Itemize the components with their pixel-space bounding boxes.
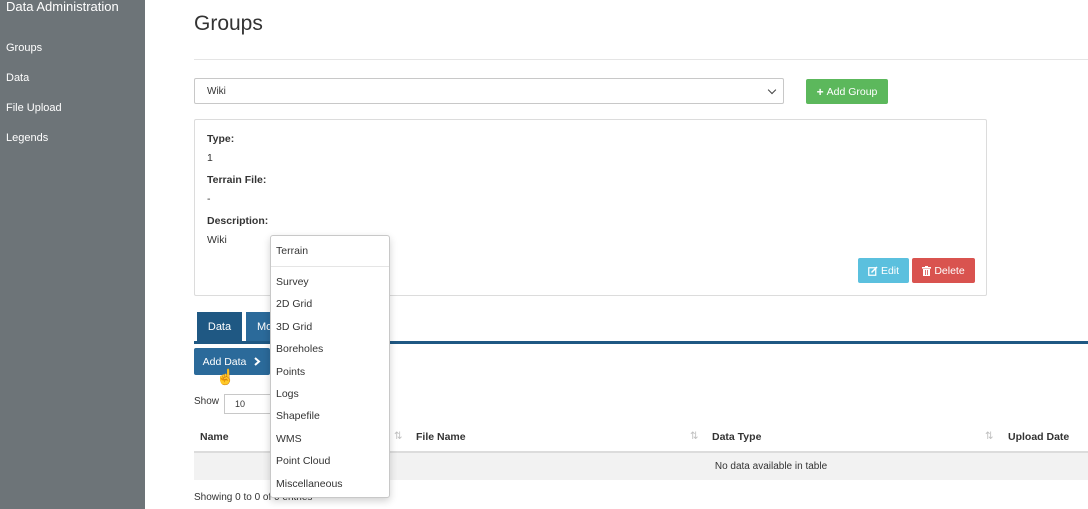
description-value: Wiki: [207, 234, 227, 246]
terrain-file-value: -: [207, 193, 211, 205]
sidebar: Data Administration Groups Data File Upl…: [0, 0, 145, 509]
entries-length-value: 10: [235, 399, 246, 409]
column-header-upload-date[interactable]: Upload Date: [1008, 431, 1069, 443]
column-header-file-name[interactable]: File Name: [416, 431, 466, 443]
hand-pointer-icon: ☝: [216, 369, 235, 386]
description-label: Description:: [207, 215, 269, 227]
trash-icon: [922, 265, 932, 276]
menu-item-survey[interactable]: Survey: [276, 276, 309, 288]
sort-icon[interactable]: ⇅: [690, 431, 698, 442]
menu-item-shapefile[interactable]: Shapefile: [276, 410, 320, 422]
menu-item-terrain[interactable]: Terrain: [276, 245, 308, 257]
sidebar-title: Data Administration: [6, 0, 119, 14]
show-entries-label: Show: [194, 396, 220, 407]
menu-item-2d-grid[interactable]: 2D Grid: [276, 298, 312, 310]
edit-label: Edit: [880, 264, 900, 277]
tab-data[interactable]: Data: [197, 312, 242, 342]
chevron-right-icon: [254, 357, 261, 366]
menu-item-3d-grid[interactable]: 3D Grid: [276, 321, 312, 333]
page-title: Groups: [194, 12, 263, 35]
menu-item-point-cloud[interactable]: Point Cloud: [276, 455, 330, 467]
sidebar-item-legends[interactable]: Legends: [6, 132, 48, 144]
sort-icon[interactable]: ⇅: [394, 431, 402, 442]
menu-item-logs[interactable]: Logs: [276, 388, 299, 400]
title-divider: [194, 59, 1088, 60]
column-header-name[interactable]: Name: [200, 431, 229, 443]
sort-icon[interactable]: ⇅: [985, 431, 993, 442]
terrain-file-label: Terrain File:: [207, 174, 267, 186]
plus-icon: +: [816, 84, 824, 99]
add-data-dropdown-menu: Terrain Survey 2D Grid 3D Grid Boreholes…: [270, 235, 390, 498]
column-header-data-type[interactable]: Data Type: [712, 431, 761, 443]
type-label: Type:: [207, 133, 235, 145]
group-select-value: Wiki: [207, 86, 226, 97]
sidebar-item-file-upload[interactable]: File Upload: [6, 102, 62, 114]
delete-label: Delete: [934, 264, 965, 277]
edit-icon: [868, 265, 878, 276]
menu-item-miscellaneous[interactable]: Miscellaneous: [276, 478, 343, 490]
menu-divider: [271, 266, 389, 267]
add-data-label: Add Data: [202, 355, 247, 368]
menu-item-wms[interactable]: WMS: [276, 433, 302, 445]
chevron-down-icon: [767, 85, 777, 95]
menu-item-boreholes[interactable]: Boreholes: [276, 343, 323, 355]
menu-item-points[interactable]: Points: [276, 366, 305, 378]
entries-length-select[interactable]: 10: [224, 394, 272, 414]
group-select[interactable]: Wiki: [194, 78, 784, 104]
delete-button[interactable]: Delete: [912, 258, 975, 283]
type-value: 1: [207, 152, 213, 164]
sidebar-item-data[interactable]: Data: [6, 72, 29, 84]
add-group-button[interactable]: + Add Group: [806, 79, 888, 104]
edit-button[interactable]: Edit: [858, 258, 909, 283]
sidebar-item-groups[interactable]: Groups: [6, 42, 42, 54]
add-group-label: Add Group: [826, 85, 878, 98]
